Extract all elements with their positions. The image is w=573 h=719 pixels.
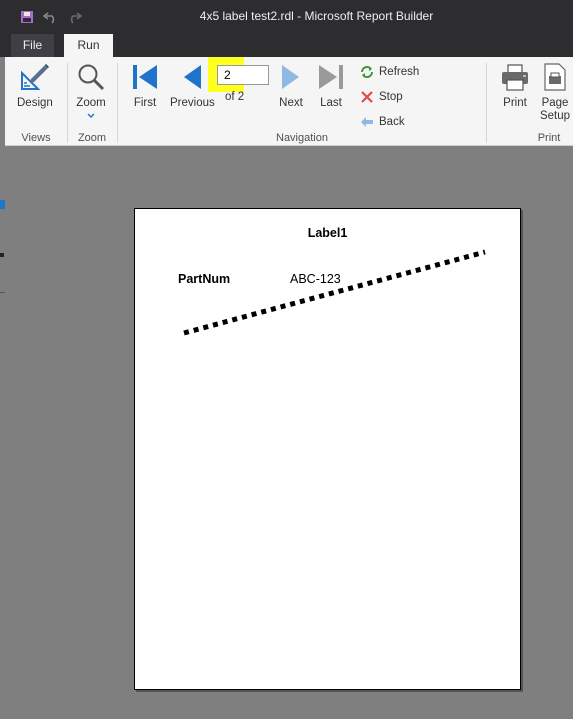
print-icon [499, 61, 531, 93]
refresh-icon [360, 65, 374, 79]
zoom-group-label: Zoom [77, 132, 107, 144]
design-label: Design [17, 97, 53, 109]
refresh-label: Refresh [379, 66, 420, 78]
back-label: Back [379, 116, 405, 128]
first-icon [129, 61, 161, 93]
print-label: Print [503, 97, 527, 109]
tab-run[interactable]: Run [64, 34, 113, 57]
print-group-label: Print [537, 132, 561, 144]
window-title: 4x5 label test2.rdl - Microsoft Report B… [199, 9, 434, 23]
previous-icon [176, 61, 208, 93]
current-page-input[interactable]: 2 [217, 65, 269, 85]
page-setup-label: Page Setup [540, 97, 570, 123]
last-label: Last [320, 97, 342, 109]
last-page-button[interactable]: Last [315, 61, 347, 110]
left-edge-marker [0, 253, 4, 257]
design-icon [19, 61, 51, 93]
next-label: Next [279, 97, 303, 109]
previous-label: Previous [170, 97, 215, 109]
dotted-line [183, 249, 486, 336]
stop-button[interactable]: Stop [360, 89, 403, 105]
report-page: Label1 PartNum ABC-123 [134, 208, 521, 690]
design-button[interactable]: Design [17, 61, 53, 110]
page-setup-line2: Setup [539, 110, 571, 122]
left-edge-marker [0, 200, 5, 209]
report-builder-window: 4x5 label test2.rdl - Microsoft Report B… [0, 0, 573, 719]
zoom-label: Zoom [76, 97, 106, 109]
zoom-icon [75, 61, 107, 93]
title-bar: 4x5 label test2.rdl - Microsoft Report B… [0, 0, 573, 33]
chevron-down-icon[interactable] [87, 113, 95, 119]
page-setup-icon [539, 61, 571, 93]
stop-label: Stop [379, 91, 403, 103]
group-separator [117, 63, 118, 143]
group-separator [486, 63, 487, 143]
print-button[interactable]: Print [499, 61, 531, 110]
first-label: First [133, 97, 157, 109]
last-icon [315, 61, 347, 93]
ribbon-tabs: File Run [0, 33, 573, 57]
first-page-button[interactable]: First [129, 61, 161, 110]
navigation-group-label: Navigation [276, 132, 328, 144]
stop-icon [360, 90, 374, 104]
views-group-label: Views [21, 132, 51, 144]
left-edge-marker [0, 292, 5, 293]
next-icon [275, 61, 307, 93]
zoom-button[interactable]: Zoom [75, 61, 107, 119]
tab-file[interactable]: File [11, 34, 54, 57]
page-setup-button[interactable]: Page Setup [539, 61, 571, 123]
page-count-text: of 2 [225, 91, 245, 103]
refresh-button[interactable]: Refresh [360, 64, 419, 80]
back-button[interactable]: Back [360, 114, 405, 130]
ribbon: Design Views Zoom Zoom First Previous 2 … [5, 57, 573, 146]
back-icon [360, 115, 374, 129]
page-setup-line1: Page [541, 97, 569, 109]
group-separator [67, 63, 68, 143]
next-page-button[interactable]: Next [275, 61, 307, 110]
